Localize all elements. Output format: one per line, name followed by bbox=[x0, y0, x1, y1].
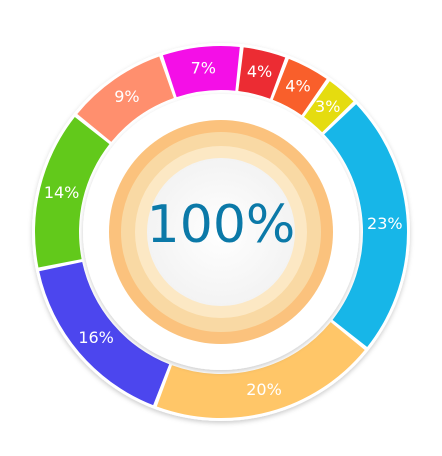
segment-label-8: 4% bbox=[285, 77, 310, 96]
donut-chart-svg: 23% 20% 16% 14% 9% 7% 4% 4% 3% 100% bbox=[32, 43, 410, 421]
segment-label-4: 14% bbox=[44, 183, 80, 202]
segment-label-2: 20% bbox=[246, 380, 282, 399]
center-label: 100% bbox=[147, 195, 296, 255]
segment-label-9: 3% bbox=[315, 97, 340, 116]
segment-label-7: 4% bbox=[247, 62, 272, 81]
segment-label-1: 23% bbox=[367, 214, 403, 233]
segment-label-6: 7% bbox=[191, 58, 216, 77]
segment-label-5: 9% bbox=[114, 87, 139, 106]
segment-label-3: 16% bbox=[78, 328, 114, 347]
donut-chart: 23% 20% 16% 14% 9% 7% 4% 4% 3% 100% bbox=[0, 0, 442, 456]
